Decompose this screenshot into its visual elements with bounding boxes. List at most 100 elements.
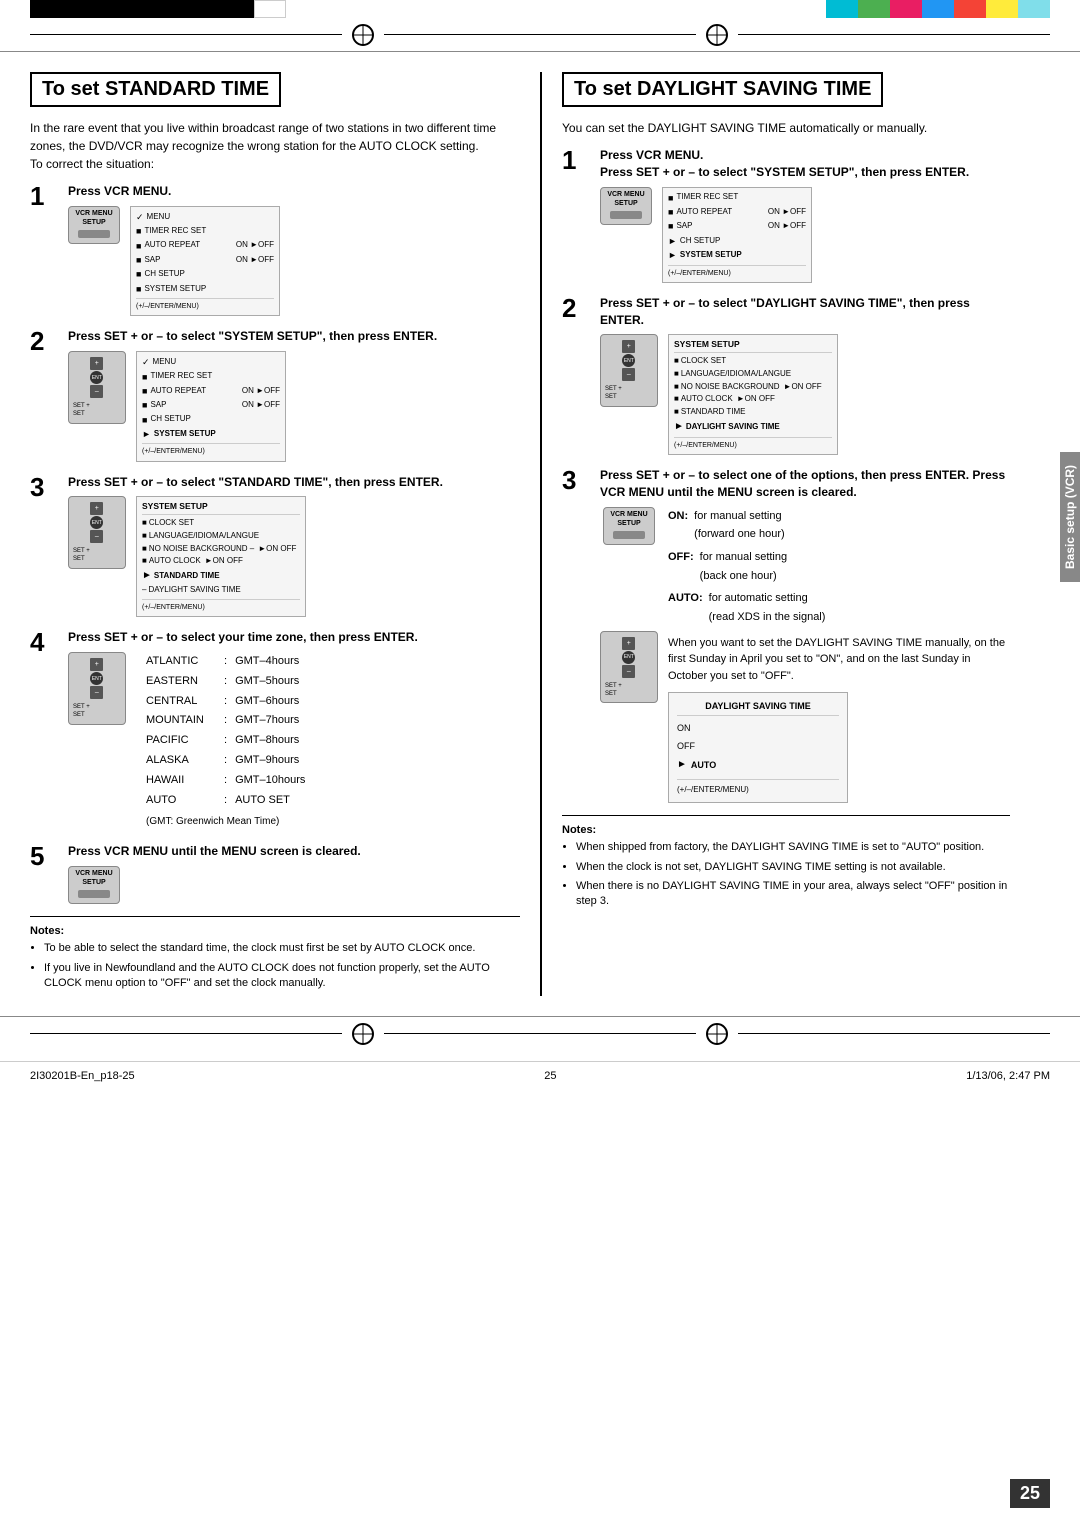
step-1-remote-btn [78,230,110,238]
step-3: 3 Press SET + or – to select "STANDARD T… [30,474,520,618]
page-number: 25 [1010,1479,1050,1508]
step-3-number: 3 [30,474,60,500]
right-step-2-content: Press SET + or – to select "DAYLIGHT SAV… [600,295,1010,455]
step-1-menu: ✓MENU ■TIMER REC SET ■AUTO REPEATON ►OFF… [130,206,280,317]
standard-time-intro: In the rare event that you live within b… [30,119,520,173]
bottom-bar [0,1016,1080,1051]
note-item-2: If you live in Newfoundland and the AUTO… [44,961,520,992]
color-block-7 [222,0,254,18]
on-desc: for manual setting(forward one hour) [694,507,785,544]
step-1-number: 1 [30,183,60,209]
step-5-text: Press VCR MENU until the MENU screen is … [68,843,520,860]
right-step-1-menu: ■TIMER REC SET ■AUTO REPEATON ►OFF ■SAPO… [662,187,812,283]
daylight-extra-text: When you want to set the DAYLIGHT SAVING… [668,635,1010,685]
step-5-content: Press VCR MENU until the MENU screen is … [68,843,520,904]
daylight-saving-title: To set DAYLIGHT SAVING TIME [562,72,883,107]
step-3-remote: + ENT – SET +SET [68,496,126,569]
right-step-3-remote-top: VCR MENUSETUP [603,507,655,545]
basic-setup-sidebar-label: Basic setup (VCR) [1060,452,1080,582]
right-color-blocks [826,0,1050,18]
notes-list-left: To be able to select the standard time, … [30,941,520,991]
notes-title-right: Notes: [562,824,1010,836]
right-step-3-text: Press SET + or – to select one of the op… [600,467,1010,501]
right-step-2: 2 Press SET + or – to select "DAYLIGHT S… [562,295,1010,455]
note-item-1: To be able to select the standard time, … [44,941,520,956]
color-block-red [954,0,986,18]
on-label: ON: [668,507,688,526]
right-note-1: When shipped from factory, the DAYLIGHT … [576,840,1010,855]
step-5: 5 Press VCR MENU until the MENU screen i… [30,843,520,904]
right-step-3-remote-dpad: + ENT – SET +SET [600,631,658,704]
header-bar [0,18,1080,52]
standard-time-title: To set STANDARD TIME [30,72,281,107]
step-1-illustration: VCR MENUSETUP ✓MENU ■TIMER REC SET ■AUTO… [68,206,520,317]
right-note-2: When the clock is not set, DAYLIGHT SAVI… [576,860,1010,875]
right-note-3: When there is no DAYLIGHT SAVING TIME in… [576,879,1010,910]
color-block-5 [158,0,190,18]
right-step-3-content: Press SET + or – to select one of the op… [600,467,1010,803]
daylight-saving-notes: Notes: When shipped from factory, the DA… [562,815,1010,910]
gmt-note: (GMT: Greenwich Mean Time) [146,813,305,831]
color-block-cyan [826,0,858,18]
step-3-menu: SYSTEM SETUP ■CLOCK SET ■LANGUAGE/IDIOMA… [136,496,306,617]
standard-time-notes: Notes: To be able to select the standard… [30,916,520,991]
notes-title-left: Notes: [30,925,520,937]
step-5-illustration: VCR MENUSETUP [68,866,520,904]
ds-menu-title: DAYLIGHT SAVING TIME [677,697,839,716]
color-block-green [858,0,890,18]
crosshair-right [706,24,728,46]
timezone-table: ATLANTIC:GMT–4hours EASTERN:GMT–5hours C… [146,652,305,831]
footer: 2I30201B-En_p18-25 25 1/13/06, 2:47 PM [0,1061,1080,1090]
auto-desc: for automatic setting(read XDS in the si… [709,589,826,626]
daylight-saving-section: To set DAYLIGHT SAVING TIME You can set … [540,72,1050,996]
right-step-2-illustration: + ENT – SET +SET SYSTEM SET [600,334,1010,455]
crosshair-left [352,24,374,46]
main-content: To set STANDARD TIME In the rare event t… [0,52,1080,1006]
step-2: 2 Press SET + or – to select "SYSTEM SET… [30,328,520,461]
right-step-2-menu: SYSTEM SETUP ■CLOCK SET ■LANGUAGE/IDIOMA… [668,334,838,455]
step-1-remote-label: VCR MENUSETUP [71,209,117,227]
step-2-text: Press SET + or – to select "SYSTEM SETUP… [68,328,520,345]
crosshair-bottom-right [706,1023,728,1045]
daylight-saving-menu: DAYLIGHT SAVING TIME ON OFF ►AUTO (+/–/E… [668,692,848,803]
color-block-2 [62,0,94,18]
color-block-ltcyan [1018,0,1050,18]
right-step-2-text: Press SET + or – to select "DAYLIGHT SAV… [600,295,1010,329]
right-step-3-desc: ON: for manual setting(forward one hour)… [668,507,1010,804]
step-5-number: 5 [30,843,60,869]
color-block-4 [126,0,158,18]
daylight-saving-intro: You can set the DAYLIGHT SAVING TIME aut… [562,119,1010,137]
step-2-remote: + ENT – SET +SET [68,351,126,424]
off-desc: for manual setting(back one hour) [700,548,787,585]
step-4-text: Press SET + or – to select your time zon… [68,629,520,646]
crosshair-bottom-left [352,1023,374,1045]
bottom-line-right [738,1033,1050,1034]
footer-left: 2I30201B-En_p18-25 [30,1070,135,1082]
color-block-yellow [986,0,1018,18]
right-step-3-remotes: VCR MENUSETUP + ENT [600,507,658,704]
step-2-number: 2 [30,328,60,354]
right-step-1: 1 Press VCR MENU.Press SET + or – to sel… [562,147,1010,283]
step-4-number: 4 [30,629,60,655]
bottom-line-mid [384,1033,696,1034]
color-block-magenta [890,0,922,18]
step-4-content: Press SET + or – to select your time zon… [68,629,520,831]
right-step-1-content: Press VCR MENU.Press SET + or – to selec… [600,147,1010,283]
step-4-remote: + ENT – SET +SET [68,652,126,725]
color-block-1 [30,0,62,18]
step-2-content: Press SET + or – to select "SYSTEM SETUP… [68,328,520,461]
right-step-2-remote: + ENT – SET +SET [600,334,658,407]
step-1-text: Press VCR MENU. [68,183,520,200]
right-step-3-number: 3 [562,467,592,493]
right-step-3-options: VCR MENUSETUP + ENT [600,507,1010,804]
footer-center: 25 [544,1070,556,1082]
step-1-remote: VCR MENUSETUP [68,206,120,244]
step-4: 4 Press SET + or – to select your time z… [30,629,520,831]
footer-right: 1/13/06, 2:47 PM [966,1070,1050,1082]
step-1-content: Press VCR MENU. VCR MENUSETUP ✓MENU ■TIM… [68,183,520,316]
step-2-illustration: + ENT – SET +SET ✓MENU [68,351,520,462]
step-3-illustration: + ENT – SET +SET SYSTEM SET [68,496,520,617]
header-line-left [30,34,342,35]
right-step-1-text: Press VCR MENU.Press SET + or – to selec… [600,147,1010,181]
left-color-blocks [30,0,286,18]
